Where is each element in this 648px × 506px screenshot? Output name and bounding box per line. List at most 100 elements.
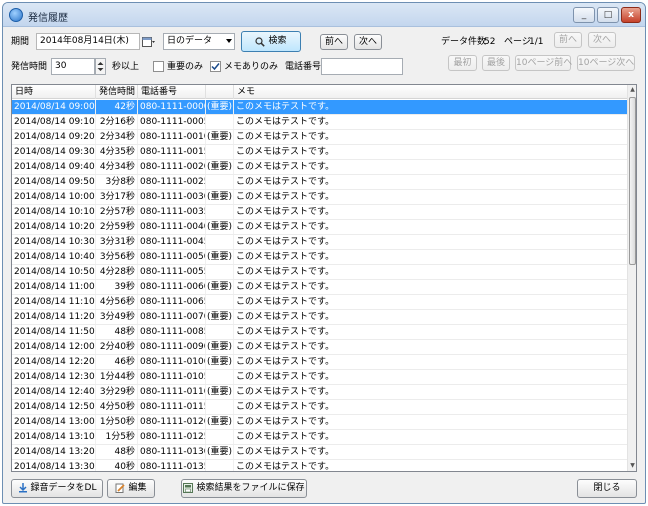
cell-important (206, 175, 234, 189)
first-page-button[interactable]: 最初 (448, 55, 477, 71)
table-row[interactable]: 2014/08/14 10:20 2分59秒 080-1111-0040 (重要) この… (12, 220, 628, 235)
table-row[interactable]: 2014/08/14 12:30 1分44秒 080-1111-0105 このメモはテ… (12, 370, 628, 385)
table-row[interactable]: 2014/08/14 09:30 4分35秒 080-1111-0015 このメモはテ… (12, 145, 628, 160)
cell-important: (重要) (207, 340, 234, 354)
cell-duration: 2分40秒 (96, 340, 138, 354)
page-next-button[interactable]: 次へ (588, 32, 616, 48)
table-row[interactable]: 2014/08/14 10:50 4分28秒 080-1111-0055 このメモはテ… (12, 265, 628, 280)
cell-phone: 080-1111-0035 (140, 205, 206, 219)
table-row[interactable]: 2014/08/14 13:00 1分50秒 080-1111-0120 (重要) この… (12, 415, 628, 430)
cell-datetime: 2014/08/14 10:10 (14, 205, 96, 219)
scroll-down-icon[interactable]: ▼ (628, 461, 636, 471)
cell-memo: このメモはテストです。 (234, 115, 628, 129)
page-label: ページ (504, 37, 531, 47)
cell-phone: 080-1111-0030 (140, 190, 206, 204)
cell-datetime: 2014/08/14 12:20 (14, 355, 96, 369)
prev-day-button[interactable]: 前へ (320, 34, 348, 50)
cell-memo: このメモはテストです。 (234, 145, 628, 159)
tel-input[interactable] (321, 58, 403, 75)
date-field[interactable]: 2014年08月14日(木) (36, 33, 140, 50)
table-row[interactable]: 2014/08/14 13:20 48秒 080-1111-0130 (重要) このメモ… (12, 445, 628, 460)
cell-memo: このメモはテストです。 (234, 445, 628, 459)
scroll-thumb[interactable] (629, 97, 636, 265)
table-row[interactable]: 2014/08/14 13:10 1分5秒 080-1111-0125 このメモはテス… (12, 430, 628, 445)
next-day-button[interactable]: 次へ (354, 34, 382, 50)
cell-duration: 4分56秒 (96, 295, 138, 309)
range-select-value: 日のデータ (167, 36, 213, 46)
cell-phone: 080-1111-0070 (140, 310, 206, 324)
table-row[interactable]: 2014/08/14 09:20 2分34秒 080-1111-0010 (重要) この… (12, 130, 628, 145)
cell-duration: 48秒 (96, 325, 138, 339)
important-checkbox[interactable] (153, 61, 164, 72)
table-row[interactable]: 2014/08/14 09:40 4分34秒 080-1111-0020 (重要) この… (12, 160, 628, 175)
page-value: 1/1 (529, 37, 544, 47)
cell-important: (重要) (207, 100, 234, 114)
cell-memo: このメモはテストです。 (234, 415, 628, 429)
table-row[interactable]: 2014/08/14 09:50 3分8秒 080-1111-0025 このメモはテス… (12, 175, 628, 190)
prev-10-pages-button[interactable]: 10ページ前へ (515, 55, 572, 71)
table-row[interactable]: 2014/08/14 13:30 40秒 080-1111-0135 このメモはテスト… (12, 460, 628, 471)
cell-important (206, 265, 234, 279)
table-row[interactable]: 2014/08/14 12:20 46秒 080-1111-0100 (重要) このメモ… (12, 355, 628, 370)
scroll-up-icon[interactable]: ▲ (628, 85, 636, 95)
cell-phone: 080-1111-0130 (140, 445, 206, 459)
search-button[interactable]: 検索 (241, 31, 301, 52)
table-row[interactable]: 2014/08/14 09:00 42秒 080-1111-0000 (重要) このメモ… (12, 100, 628, 115)
cell-phone: 080-1111-0040 (140, 220, 206, 234)
count-value: 52 (484, 37, 496, 47)
cell-datetime: 2014/08/14 13:10 (14, 430, 96, 444)
table-row[interactable]: 2014/08/14 12:00 2分40秒 080-1111-0090 (重要) この… (12, 340, 628, 355)
duration-stepper[interactable] (95, 58, 106, 75)
cell-important: (重要) (207, 190, 234, 204)
calendar-icon[interactable] (142, 36, 156, 48)
cell-important: (重要) (207, 220, 234, 234)
table-row[interactable]: 2014/08/14 10:30 3分31秒 080-1111-0045 このメモはテ… (12, 235, 628, 250)
table-row[interactable]: 2014/08/14 11:20 3分49秒 080-1111-0070 (重要) この… (12, 310, 628, 325)
cell-duration: 2分16秒 (96, 115, 138, 129)
table-row[interactable]: 2014/08/14 11:10 4分56秒 080-1111-0065 このメモはテ… (12, 295, 628, 310)
memo-label: メモありのみ (224, 62, 279, 72)
search-button-label: 検索 (268, 36, 287, 46)
download-recording-button[interactable]: 録音データをDL (11, 479, 103, 498)
save-results-button[interactable]: 検索結果をファイルに保存 (181, 479, 307, 498)
table-row[interactable]: 2014/08/14 09:10 2分16秒 080-1111-0005 このメモはテ… (12, 115, 628, 130)
vertical-scrollbar[interactable]: ▲ ▼ (627, 85, 636, 471)
close-window-button[interactable]: x (621, 7, 641, 23)
cell-important (206, 400, 234, 414)
column-header-datetime[interactable]: 日時 (12, 85, 96, 99)
table-row[interactable]: 2014/08/14 11:50 48秒 080-1111-0085 このメモはテスト… (12, 325, 628, 340)
table-row[interactable]: 2014/08/14 12:50 4分50秒 080-1111-0115 このメモはテ… (12, 400, 628, 415)
minimize-button[interactable]: _ (573, 7, 595, 23)
cell-duration: 39秒 (96, 280, 138, 294)
close-button[interactable]: 閉じる (577, 479, 637, 498)
cell-memo: このメモはテストです。 (234, 460, 628, 471)
table-row[interactable]: 2014/08/14 11:00 39秒 080-1111-0060 (重要) このメモ… (12, 280, 628, 295)
column-header-duration[interactable]: 発信時間 (96, 85, 138, 99)
cell-memo: このメモはテストです。 (234, 340, 628, 354)
cell-datetime: 2014/08/14 09:30 (14, 145, 96, 159)
cell-phone: 080-1111-0010 (140, 130, 206, 144)
cell-important: (重要) (207, 385, 234, 399)
table-row[interactable]: 2014/08/14 12:40 3分29秒 080-1111-0110 (重要) この… (12, 385, 628, 400)
cell-phone: 080-1111-0105 (140, 370, 206, 384)
next-10-pages-button[interactable]: 10ページ次へ (577, 55, 635, 71)
duration-label: 発信時間 (11, 62, 48, 72)
call-history-table[interactable]: 日時 発信時間 電話番号 メモ 2014/08/14 09:00 42秒 080-1… (11, 84, 637, 472)
title-bar[interactable]: 発信履歴 _ □ x (3, 3, 645, 27)
cell-memo: このメモはテストです。 (234, 430, 628, 444)
column-header-important[interactable] (206, 85, 234, 99)
page-prev-button[interactable]: 前へ (554, 32, 582, 48)
range-select[interactable]: 日のデータ (163, 33, 235, 50)
table-row[interactable]: 2014/08/14 10:00 3分17秒 080-1111-0030 (重要) この… (12, 190, 628, 205)
column-header-phone[interactable]: 電話番号 (138, 85, 206, 99)
download-icon (18, 482, 28, 493)
last-page-button[interactable]: 最後 (482, 55, 510, 71)
memo-checkbox[interactable] (210, 61, 221, 72)
table-row[interactable]: 2014/08/14 10:40 3分56秒 080-1111-0050 (重要) この… (12, 250, 628, 265)
column-header-memo[interactable]: メモ (234, 85, 628, 99)
maximize-button[interactable]: □ (597, 7, 619, 23)
duration-input[interactable]: 30 (51, 58, 95, 75)
table-row[interactable]: 2014/08/14 10:10 2分57秒 080-1111-0035 このメモはテ… (12, 205, 628, 220)
edit-button[interactable]: 編集 (107, 479, 155, 498)
cell-phone: 080-1111-0060 (140, 280, 206, 294)
